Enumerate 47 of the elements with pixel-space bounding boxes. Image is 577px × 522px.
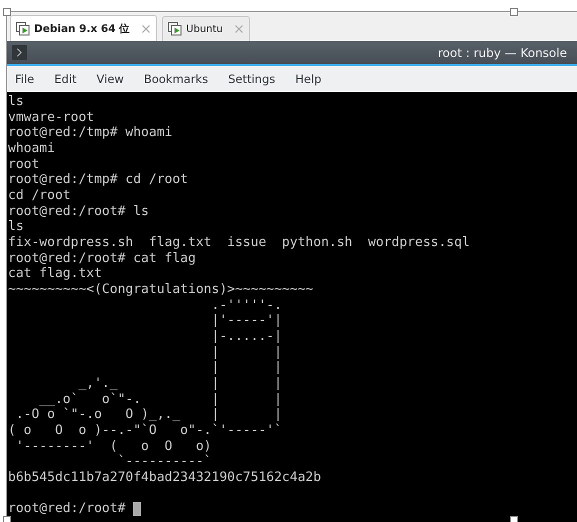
vm-tab[interactable]: Debian 9.x 64 位 <box>10 15 158 41</box>
terminal-line: |-.....-| <box>210 329 282 345</box>
terminal-line: root@red:/tmp# whoami <box>8 125 172 142</box>
terminal-line: ls <box>8 219 24 236</box>
tab-label: Debian 9.x 64 位 <box>34 22 130 36</box>
terminal-line: ( o O o )--.-"`O o"-.`'-----'` <box>8 423 282 439</box>
terminal-line: | | <box>210 360 282 376</box>
menu-item[interactable]: Help <box>295 72 322 86</box>
terminal-line: cat flag.txt <box>8 266 102 282</box>
terminal-line: vmware-root <box>8 110 94 126</box>
menu-item[interactable]: Settings <box>228 72 276 86</box>
terminal-line: _,'._ | | <box>77 376 282 392</box>
terminal-line: root <box>8 156 40 172</box>
terminal-area[interactable] <box>7 92 577 522</box>
menu-item[interactable]: Edit <box>54 72 77 86</box>
terminal-line: ls <box>8 94 24 110</box>
menu-item[interactable]: Bookmarks <box>144 72 208 86</box>
terminal-line: .-O o `"-.o O )_,._ | | <box>14 407 282 424</box>
terminal-line: `----------` <box>116 454 212 470</box>
close-icon[interactable] <box>234 25 243 33</box>
terminal-line: whoami <box>8 141 55 157</box>
terminal-line: .-'''''-. <box>210 298 282 314</box>
shell-prompt: root@red:/root# <box>8 501 126 518</box>
terminal-line: fix-wordpress.sh flag.txt issue python.sh wordpress.sql <box>8 235 470 251</box>
terminal-prompt-icon[interactable] <box>12 45 27 60</box>
terminal-line: | | <box>210 344 282 360</box>
selection-handle[interactable] <box>510 8 518 16</box>
terminal-line: |'-----'| <box>210 313 282 330</box>
terminal-line: root@red:/root# cat flag <box>8 250 196 266</box>
terminal-line: b6b545dc11b7a270f4bad23432190c75162c4a2b <box>8 470 322 486</box>
terminal-line: cd /root <box>8 188 71 204</box>
menu-item[interactable]: View <box>96 72 124 86</box>
selection-handle[interactable] <box>3 516 11 522</box>
vm-play-icon <box>168 22 182 36</box>
close-icon[interactable] <box>142 24 150 32</box>
terminal-line: '--------' ( o O o) <box>14 438 212 454</box>
vm-tab[interactable]: Ubuntu <box>162 16 250 41</box>
terminal-line: ~~~~~~~~~~<(Congratulations)>~~~~~~~~~~ <box>8 282 314 298</box>
terminal-line: root@red:/root# ls <box>8 204 149 220</box>
vm-play-icon <box>16 22 30 36</box>
selection-handle[interactable] <box>3 8 11 16</box>
window-title: root : ruby — Konsole <box>438 46 567 60</box>
tab-label: Ubuntu <box>186 24 223 34</box>
menu-item[interactable]: File <box>15 72 34 86</box>
terminal-line: root@red:/tmp# cd /root <box>8 172 188 188</box>
terminal-line: __.o` o`"-. | | <box>38 392 282 408</box>
selection-handle[interactable] <box>510 516 518 522</box>
